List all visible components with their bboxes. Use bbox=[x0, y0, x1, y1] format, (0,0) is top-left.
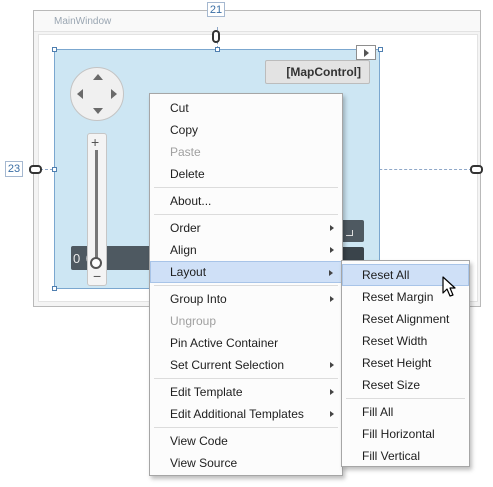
menu-item-about[interactable]: About... bbox=[150, 190, 342, 212]
menu-item-layout[interactable]: Layout bbox=[150, 261, 342, 283]
menu-item-label: Reset Margin bbox=[362, 290, 434, 304]
menu-item-label: About... bbox=[170, 194, 212, 208]
menu-item-label: Align bbox=[170, 243, 197, 257]
menu-item-label: View Source bbox=[170, 456, 238, 470]
zoom-thumb[interactable] bbox=[90, 257, 102, 269]
menu-item-label: Fill Horizontal bbox=[362, 427, 435, 441]
menu-item-label: Edit Template bbox=[170, 385, 243, 399]
menu-item-align[interactable]: Align bbox=[150, 239, 342, 261]
menu-separator bbox=[154, 378, 338, 379]
menu-item-fill-vertical[interactable]: Fill Vertical bbox=[342, 445, 469, 467]
resize-handle[interactable] bbox=[52, 167, 57, 172]
menu-item-label: Paste bbox=[170, 145, 201, 159]
menu-item-label: Group Into bbox=[170, 292, 227, 306]
menu-item-cut[interactable]: Cut bbox=[150, 97, 342, 119]
menu-item-view-source[interactable]: View Source bbox=[150, 452, 342, 474]
menu-item-order[interactable]: Order bbox=[150, 217, 342, 239]
chain-link-icon[interactable] bbox=[212, 30, 220, 43]
menu-separator bbox=[346, 398, 465, 399]
menu-item-ungroup[interactable]: Ungroup bbox=[150, 310, 342, 332]
menu-item-pin-active-container[interactable]: Pin Active Container bbox=[150, 332, 342, 354]
menu-separator bbox=[154, 285, 338, 286]
menu-item-reset-size[interactable]: Reset Size bbox=[342, 374, 469, 396]
map-tool-button[interactable] bbox=[340, 220, 364, 242]
menu-item-fill-all[interactable]: Fill All bbox=[342, 401, 469, 423]
menu-item-label: Pin Active Container bbox=[170, 336, 279, 350]
resize-handle[interactable] bbox=[378, 47, 383, 52]
menu-item-copy[interactable]: Copy bbox=[150, 119, 342, 141]
resize-handle[interactable] bbox=[215, 47, 220, 52]
map-control-label: [MapControl] bbox=[265, 60, 370, 84]
menu-item-reset-width[interactable]: Reset Width bbox=[342, 330, 469, 352]
context-menu: Cut Copy Paste Delete About... Order Align Layo… bbox=[149, 93, 343, 476]
menu-item-set-current-selection[interactable]: Set Current Selection bbox=[150, 354, 342, 376]
submenu-arrow-icon bbox=[330, 389, 334, 395]
menu-item-label: Layout bbox=[170, 265, 207, 279]
menu-item-label: Reset Width bbox=[362, 334, 428, 348]
margin-left-label: 23 bbox=[5, 161, 23, 177]
navigation-pad-icon[interactable] bbox=[70, 67, 124, 121]
menu-item-label: Edit Additional Templates bbox=[170, 407, 304, 421]
menu-separator bbox=[154, 427, 338, 428]
chain-link-icon[interactable] bbox=[29, 165, 42, 174]
submenu-arrow-icon bbox=[330, 225, 334, 231]
zoom-in-button[interactable]: + bbox=[91, 134, 99, 150]
menu-item-group-into[interactable]: Group Into bbox=[150, 288, 342, 310]
menu-item-label: Fill All bbox=[362, 405, 394, 419]
menu-item-edit-additional-templates[interactable]: Edit Additional Templates bbox=[150, 403, 342, 425]
menu-item-reset-alignment[interactable]: Reset Alignment bbox=[342, 308, 469, 330]
submenu-arrow-icon bbox=[330, 362, 334, 368]
menu-item-label: Fill Vertical bbox=[362, 449, 421, 463]
window-title: MainWindow bbox=[54, 16, 112, 27]
menu-item-reset-height[interactable]: Reset Height bbox=[342, 352, 469, 374]
menu-item-edit-template[interactable]: Edit Template bbox=[150, 381, 342, 403]
menu-item-label: Reset Alignment bbox=[362, 312, 450, 326]
zoom-track[interactable] bbox=[95, 150, 98, 262]
menu-item-delete[interactable]: Delete bbox=[150, 163, 342, 185]
submenu-arrow-icon bbox=[329, 270, 333, 276]
menu-item-label: View Code bbox=[170, 434, 228, 448]
menu-item-label: Order bbox=[170, 221, 201, 235]
submenu-arrow-icon bbox=[330, 411, 334, 417]
chain-link-icon[interactable] bbox=[470, 165, 483, 174]
menu-item-label: Ungroup bbox=[170, 314, 217, 328]
menu-item-fill-horizontal[interactable]: Fill Horizontal bbox=[342, 423, 469, 445]
submenu-arrow-icon bbox=[330, 296, 334, 302]
menu-item-label: Reset Size bbox=[362, 378, 421, 392]
menu-separator bbox=[154, 214, 338, 215]
zoom-out-button[interactable]: − bbox=[93, 268, 101, 284]
menu-separator bbox=[154, 187, 338, 188]
menu-item-label: Reset Height bbox=[362, 356, 432, 370]
margin-top-label: 21 bbox=[207, 2, 225, 17]
menu-item-paste[interactable]: Paste bbox=[150, 141, 342, 163]
submenu-arrow-icon bbox=[330, 247, 334, 253]
menu-item-view-code[interactable]: View Code bbox=[150, 430, 342, 452]
resize-handle[interactable] bbox=[52, 286, 57, 291]
menu-item-label: Set Current Selection bbox=[170, 358, 285, 372]
mouse-cursor-icon bbox=[442, 276, 458, 301]
menu-item-label: Cut bbox=[170, 101, 189, 115]
menu-item-label: Reset All bbox=[362, 268, 410, 282]
smart-tag-arrow-icon[interactable] bbox=[356, 45, 376, 60]
menu-item-label: Copy bbox=[170, 123, 199, 137]
menu-item-label: Delete bbox=[170, 167, 205, 181]
resize-handle[interactable] bbox=[52, 47, 57, 52]
